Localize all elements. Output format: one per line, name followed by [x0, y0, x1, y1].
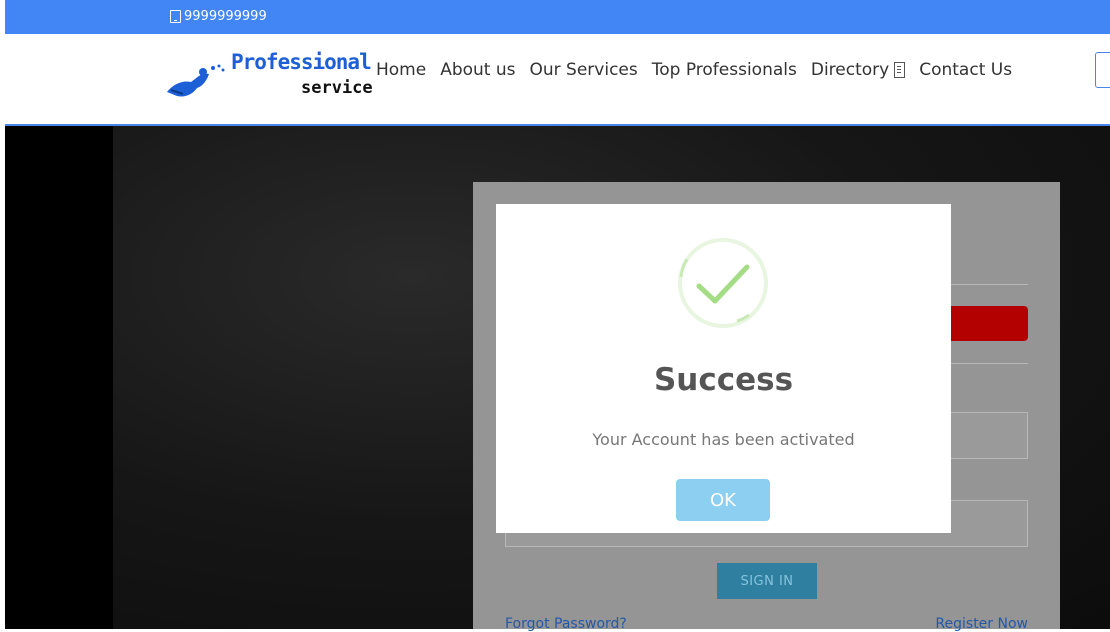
sign-in-button[interactable]: SIGN IN: [717, 563, 817, 599]
top-contact-bar: 9999999999: [5, 0, 1110, 34]
dialog-title: Success: [653, 362, 794, 398]
logo-figure-icon: [167, 64, 225, 97]
nav-home[interactable]: Home: [376, 60, 426, 80]
success-dialog: Success Your Account has been activated …: [496, 204, 951, 533]
nav-about-us[interactable]: About us: [440, 60, 515, 80]
register-now-link[interactable]: Register Now: [935, 616, 1028, 632]
ok-button[interactable]: OK: [676, 479, 770, 521]
logo-text-secondary: service: [301, 78, 373, 98]
contact-phone[interactable]: 9999999999: [170, 9, 267, 24]
phone-icon: [170, 10, 181, 23]
header-search-box[interactable]: [1095, 52, 1110, 88]
dialog-message: Your Account has been activated: [592, 430, 855, 449]
main-nav: Home About us Our Services Top Professio…: [376, 60, 1026, 80]
site-logo[interactable]: Professional service: [163, 48, 373, 104]
nav-our-services[interactable]: Our Services: [530, 60, 638, 80]
nav-directory-label: Directory: [810, 60, 890, 80]
site-header: Professional service Home About us Our S…: [5, 34, 1110, 126]
phone-number: 9999999999: [184, 9, 267, 24]
left-edge: [0, 0, 5, 629]
forgot-password-link[interactable]: Forgot Password?: [505, 616, 627, 632]
hero-dark-panel: [5, 126, 113, 629]
logo-text-primary: Professional: [231, 50, 372, 74]
nav-top-professionals[interactable]: Top Professionals: [652, 60, 797, 80]
check-icon: [678, 238, 768, 328]
directory-icon: [894, 62, 906, 78]
nav-contact-us[interactable]: Contact Us: [919, 60, 1012, 80]
nav-directory[interactable]: Directory: [810, 60, 906, 80]
